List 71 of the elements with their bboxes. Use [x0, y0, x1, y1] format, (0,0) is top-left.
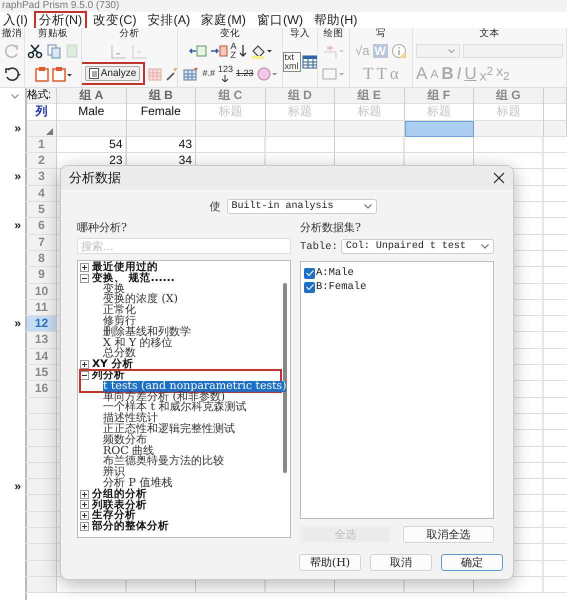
tree-item[interactable]: 描述性统计: [103, 413, 158, 424]
expand-toggle[interactable]: »: [0, 120, 25, 137]
decimal-button[interactable]: 1.23: [236, 69, 254, 78]
format-value: 列: [27, 104, 57, 121]
analyze-button[interactable]: Analyze: [84, 66, 140, 81]
tree-item[interactable]: t tests (and nonparametric tests): [103, 380, 286, 392]
tree-item[interactable]: 正正态性和逻辑完整性测试: [103, 424, 235, 435]
tree-item[interactable]: 删除基线和列数学: [103, 326, 191, 338]
tree-item[interactable]: 修剪行: [103, 316, 136, 327]
menu-item[interactable]: 安排(A): [144, 12, 194, 28]
expand-toggle[interactable]: »: [0, 316, 25, 332]
use-label: 使: [210, 198, 220, 214]
tree-group[interactable]: 最近使用过的: [92, 262, 158, 273]
dialog-button[interactable]: 帮助(H): [299, 554, 361, 571]
table-cell[interactable]: 54: [57, 136, 126, 154]
dialog-title: 分析数据: [69, 169, 121, 187]
window-title: raphPad Prism 9.5.0 (730): [1, 0, 120, 12]
tree-group[interactable]: 变换、 规范......: [92, 272, 175, 284]
table-dropdown[interactable]: Col: Unpaired t test: [340, 239, 494, 254]
menu-item[interactable]: 分析(N): [36, 12, 86, 28]
question-label: 哪种分析?: [77, 220, 128, 236]
menu-item[interactable]: 窗口(W): [254, 12, 306, 28]
dataset-label[interactable]: A:Male: [316, 267, 354, 279]
column-group-header[interactable]: 组 A: [57, 88, 126, 104]
search-field[interactable]: 搜索...: [77, 238, 291, 254]
tree-item[interactable]: X 和 Y 的移位: [103, 338, 173, 348]
group-label: 剪贴板: [37, 28, 69, 39]
question-label: 分析数据集?: [300, 220, 362, 236]
table-cell[interactable]: 43: [126, 136, 196, 154]
dataset-label[interactable]: B:Female: [316, 281, 366, 293]
tree-group[interactable]: XY 分析: [92, 359, 134, 370]
dialog-button[interactable]: 取消: [370, 554, 432, 571]
column-group-header[interactable]: 组 B: [126, 88, 196, 104]
group-label: 写: [375, 28, 387, 39]
expand-toggle[interactable]: »: [0, 479, 25, 496]
tree-group[interactable]: 生存分析: [92, 510, 136, 522]
tree-item[interactable]: 单向方差分析 (和非参数): [103, 392, 226, 402]
tree-item[interactable]: 分析 P 值堆栈: [103, 478, 172, 489]
tree-item[interactable]: 变换: [103, 284, 125, 294]
tree-group[interactable]: 部分的整体分析: [92, 521, 169, 532]
tree-group[interactable]: 列联表分析: [92, 500, 147, 510]
analysis-type-dropdown[interactable]: Built-in analysis: [226, 198, 376, 214]
number-format-button[interactable]: 123: [218, 65, 233, 82]
group-label: 导入: [289, 28, 311, 39]
tree-item[interactable]: ROC 曲线: [103, 446, 154, 456]
tree-item[interactable]: 辨识: [103, 467, 125, 478]
menu-item[interactable]: 改变(C): [90, 12, 140, 28]
menu-item[interactable]: 家庭(M): [198, 12, 249, 28]
expand-toggle[interactable]: »: [0, 218, 25, 235]
tree-item[interactable]: 总分数: [103, 348, 136, 360]
menu-item[interactable]: 帮助(H): [311, 12, 360, 28]
group-label: 文本: [478, 28, 500, 39]
group-label: 绘图: [322, 28, 344, 39]
format-label: 格式:: [27, 88, 57, 104]
group-label: 分析: [118, 28, 140, 39]
dialog-button[interactable]: 确定: [441, 554, 503, 571]
group-label: 变化: [219, 28, 241, 39]
row-number[interactable]: 12: [27, 316, 57, 332]
expand-toggle[interactable]: »: [0, 169, 25, 186]
select-button[interactable]: 取消全选: [403, 526, 494, 543]
number-format-button[interactable]: #.#: [202, 69, 215, 78]
group-label: 撤消: [1, 28, 23, 39]
tree-item[interactable]: 正常化: [103, 305, 136, 316]
tree-item[interactable]: 一个样本 t 和威尔科克森测试: [103, 402, 246, 414]
tree-item[interactable]: 频数分布: [103, 434, 147, 446]
tree-item[interactable]: 布兰德奥特曼方法的比较: [103, 456, 224, 468]
sort-button[interactable]: AZ: [230, 42, 246, 60]
tree-group[interactable]: 分组的分析: [92, 488, 147, 500]
table-label: Table:: [300, 240, 338, 252]
tree-item[interactable]: 变换的浓度 (X): [103, 294, 178, 306]
menu-item[interactable]: 入(I): [0, 12, 31, 28]
